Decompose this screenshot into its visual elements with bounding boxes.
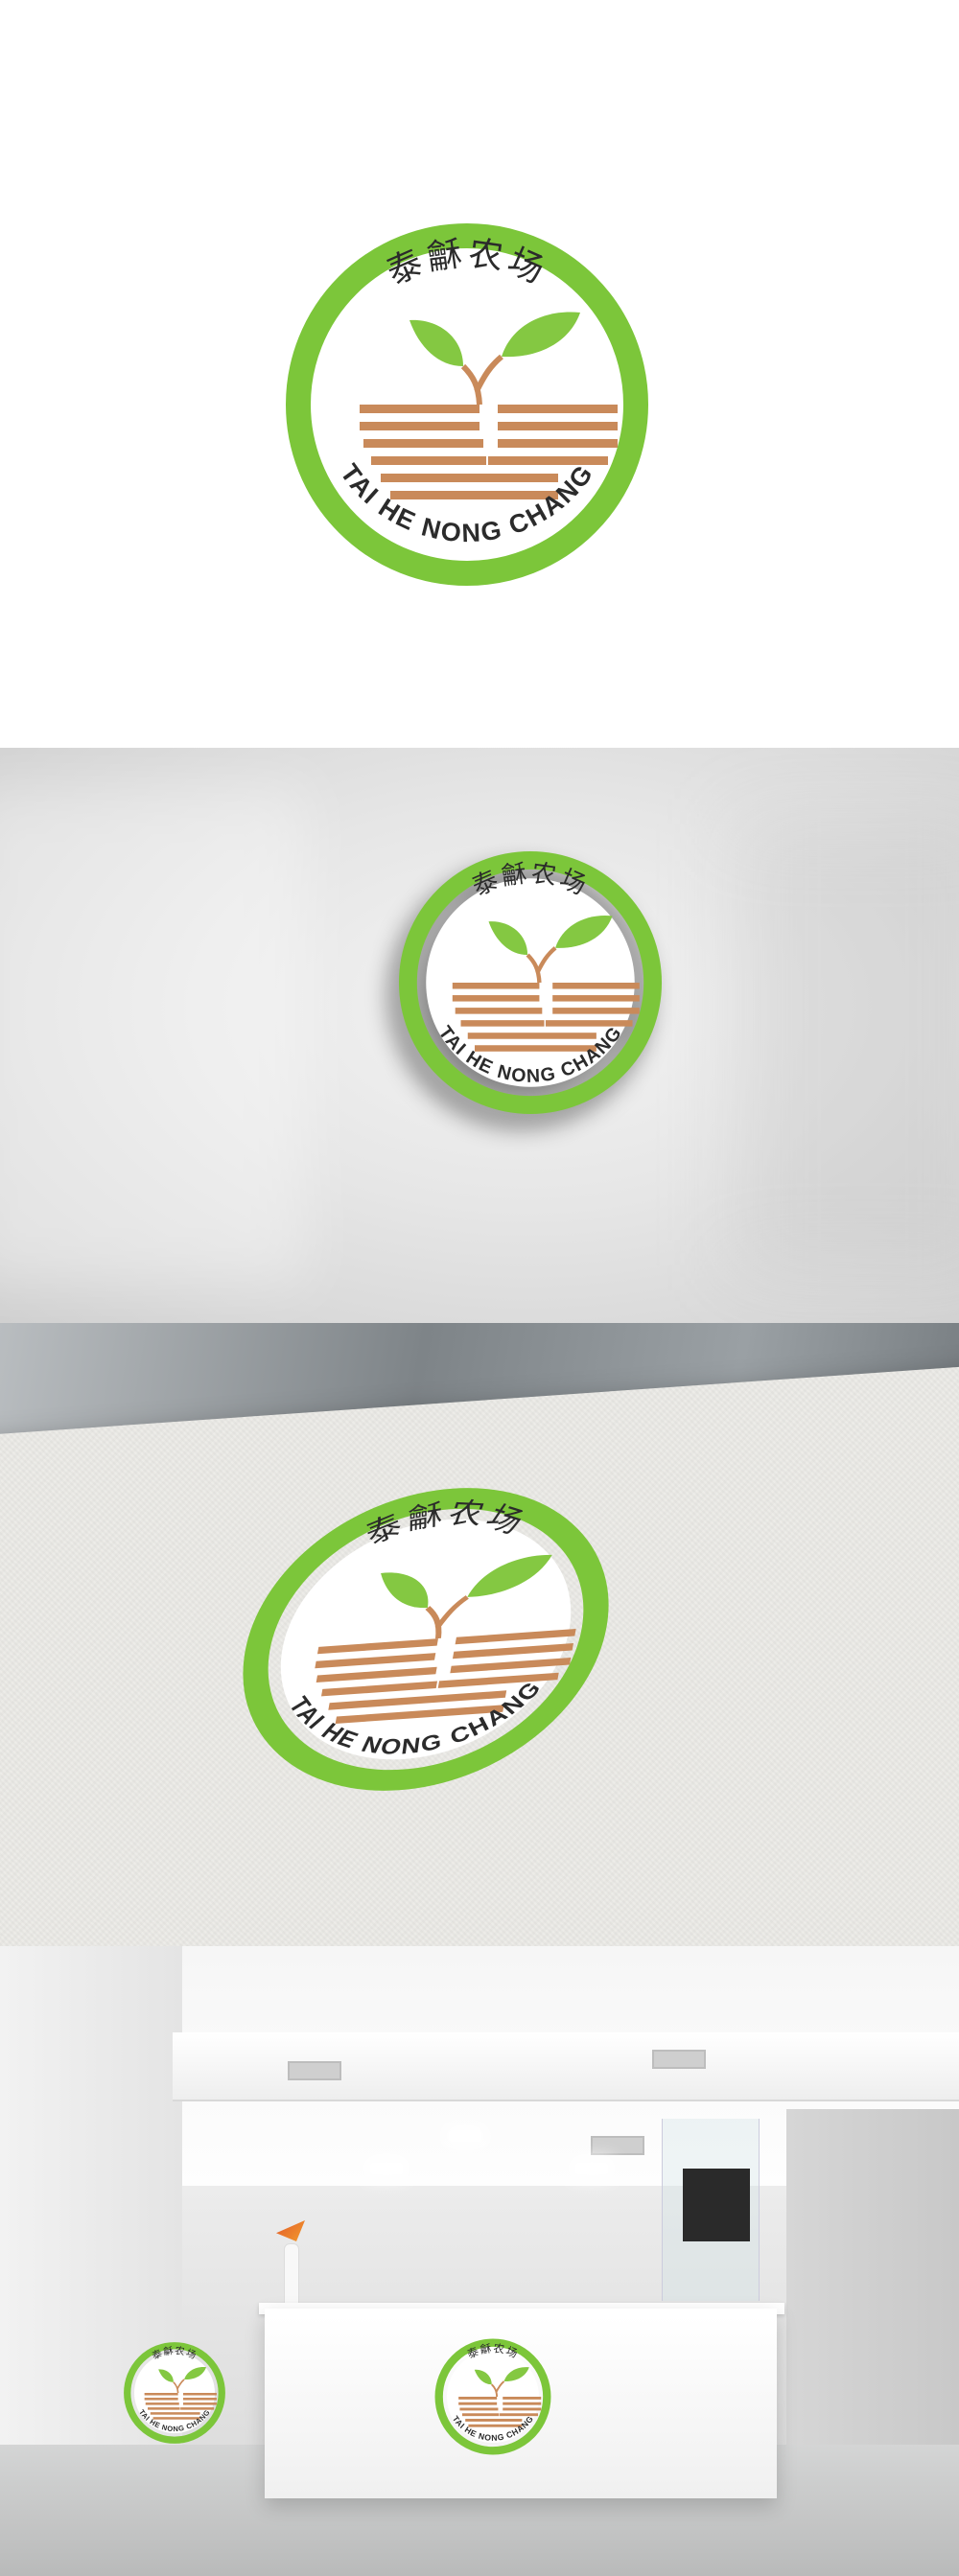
vent-icon xyxy=(288,2061,341,2080)
downlight-icon xyxy=(449,2130,481,2142)
wall-screen xyxy=(683,2169,750,2241)
brand-logo: 泰龢农场 TAI HE NONG CHANG xyxy=(275,213,659,596)
brand-logo: 泰龢农场 TAI HE NONG CHANG xyxy=(121,2339,228,2447)
downlight-icon xyxy=(575,2163,608,2174)
vent-icon xyxy=(591,2136,644,2155)
brand-logo: 泰龢农场 TAI HE NONG CHANG xyxy=(206,1467,645,1813)
background-blur xyxy=(0,786,307,1285)
brand-logo: 泰龢农场 TAI HE NONG CHANG xyxy=(391,844,669,1122)
background-blur xyxy=(738,824,959,1265)
brand-logo: 泰龢农场 TAI HE NONG CHANG xyxy=(432,2335,554,2458)
downlight-icon xyxy=(370,2163,403,2174)
office-mockup-panel xyxy=(0,1946,959,2576)
vent-icon xyxy=(652,2050,706,2069)
mockup-page: 泰龢农场 TAI HE NONG CHANG 泰龢农场 TAI HE NONG … xyxy=(0,0,959,2576)
